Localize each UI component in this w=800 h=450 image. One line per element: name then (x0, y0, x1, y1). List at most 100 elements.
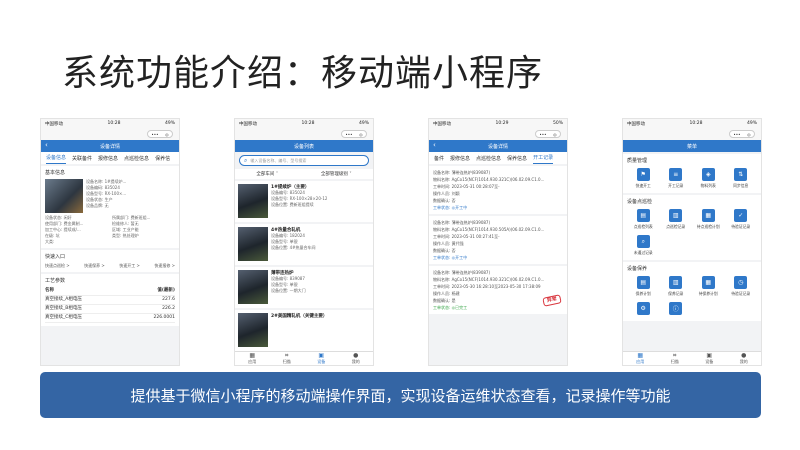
col-value: 值(最新) (157, 288, 175, 293)
nav-scan[interactable]: ⌗ 扫描 (283, 352, 291, 365)
tab-device-info[interactable]: 设备信息 (46, 152, 67, 164)
tab-work-records[interactable]: 开工记录 (533, 152, 554, 164)
nav-label: 设备 (317, 359, 326, 364)
menu-item-maint-plan[interactable]: ▤ 保养计划 (627, 276, 660, 297)
carrier-label: 中国移动 (45, 121, 63, 127)
param-value: 227.6 (162, 297, 175, 302)
back-icon[interactable]: ‹ (433, 141, 436, 149)
nav-scan[interactable]: ⌗ 扫描 (671, 352, 679, 365)
carrier-label: 中国移动 (627, 121, 645, 127)
slide-title: 系统功能介绍：移动端小程序 (62, 53, 544, 94)
menu-item-pending-verify[interactable]: ✓ 待验证记录 (725, 209, 758, 230)
user-icon: ● (741, 352, 747, 359)
menu-item-pending-maint[interactable]: ▦ 待保养计划 (692, 276, 725, 297)
nav-devices[interactable]: ▣ 设备 (705, 352, 713, 365)
more-icon[interactable]: ••• (539, 132, 546, 137)
list-item[interactable]: 4#热量合轧机 设备编号: 182024 设备型号: 单银 设备位置: 4#热量… (235, 224, 373, 265)
col-name: 名称 (45, 288, 54, 293)
menu-item-start-records[interactable]: ≡ 开工记录 (660, 168, 693, 189)
record-operator: 操作人员: 杨建 (433, 291, 460, 296)
level-filter[interactable]: 全部管理级别 ˅ (321, 171, 352, 177)
record-time: 工单时间: 2023-05-31 00:28:07至- (433, 184, 500, 189)
basic-info: 基本信息 设备名称: 1#提续炉... 设备编码: 835024 设备型号: R… (41, 166, 179, 248)
menu-item-quick-start[interactable]: ⚑ 快速开工 (627, 168, 660, 189)
quick-maintenance-link[interactable]: 快速保养 > (84, 263, 105, 269)
wx-topbar: ••• ◎ (623, 128, 761, 140)
record-card[interactable]: 设备名称: 薄带连热炉(839087) 物料名称: AgCo15(NCF(101… (429, 216, 567, 264)
nav-mine[interactable]: ● 我的 (352, 352, 360, 365)
tab-repair[interactable]: 报修信息 (98, 153, 118, 164)
menu-item-more-a[interactable]: ⚙ (627, 302, 660, 317)
tab-parts[interactable]: 备件 (434, 153, 444, 164)
nav-mine[interactable]: ● 我的 (740, 352, 748, 365)
tab-inspection[interactable]: 点巡检信息 (476, 153, 501, 164)
menu-item-more-b[interactable]: ⓘ (660, 302, 693, 317)
tab-maintenance[interactable]: 保养信息 (507, 153, 527, 164)
nav-apps[interactable]: ▦ 应用 (248, 352, 256, 365)
tab-repair[interactable]: 报修信息 (450, 153, 470, 164)
menu-label: 物料列表 (700, 183, 716, 188)
menu-item-sync[interactable]: ⇅ 同步信息 (725, 168, 758, 189)
scan-icon: ⌗ (285, 352, 289, 359)
check-icon: ✓ (734, 209, 748, 222)
wx-capsule[interactable]: ••• ◎ (341, 130, 367, 138)
list-item[interactable]: 1#提续炉（主要） 设备编号: 835024 设备型号: RX-100×28×2… (235, 181, 373, 222)
list-item[interactable]: 2#美国精轧机（关键主要） (235, 310, 373, 351)
more-icon[interactable]: ••• (733, 132, 740, 137)
menu-label: 保养记录 (668, 291, 684, 296)
record-material: 物料名称: AgCo15(NCF(1014.930.321C)(06.02.09… (433, 277, 545, 282)
table-header: 名称 值(最新) (45, 287, 175, 296)
nav-label: 应用 (636, 359, 645, 364)
grid-icon: ▦ (637, 352, 644, 359)
menu-item-inspection-list[interactable]: ▤ 点巡检列表 (627, 209, 660, 230)
wx-capsule[interactable]: ••• ◎ (729, 130, 755, 138)
group-title: 设备点巡检 (627, 199, 653, 205)
search-input[interactable]: ⌕ 输入设备名称、编号、型号搜索 (239, 155, 369, 166)
close-icon[interactable]: ◎ (165, 132, 169, 137)
record-operator: 操作人员: 黄代强 (433, 241, 464, 246)
menu-item-failed-records[interactable]: ⌕ 未通过记录 (627, 235, 660, 256)
wx-topbar: ••• ◎ (429, 128, 567, 140)
clock: 10:28 (107, 121, 121, 126)
nav-title: 设备列表 (293, 143, 314, 150)
status-bar: 中国移动 10:28 49% (623, 119, 761, 128)
record-card[interactable]: 设备名称: 薄带连热炉(839087) 物料名称: AgCo15(NCF(101… (429, 166, 567, 214)
menu-item-maint-verify[interactable]: ◷ 待验证记录 (725, 276, 758, 297)
quick-inspection-link[interactable]: 快速点巡检 > (45, 263, 70, 269)
status-bar: 中国移动 10:28 49% (235, 119, 373, 128)
clock: 10:28 (301, 121, 315, 126)
menu-item-materials[interactable]: ◈ 物料列表 (692, 168, 725, 189)
close-icon[interactable]: ◎ (553, 132, 557, 137)
wx-capsule[interactable]: ••• ◎ (147, 130, 173, 138)
more-icon[interactable]: ••• (345, 132, 352, 137)
menu-item-pending-plan[interactable]: ▦ 待点巡检计划 (692, 209, 725, 230)
menu-group-quality: 质量管理 ⚑ 快速开工 ≡ 开工记录 ◈ 物料列表 ⇅ 同步信息 (623, 154, 761, 193)
tab-parts[interactable]: 关联备件 (72, 153, 92, 164)
more-icon[interactable]: ••• (151, 132, 158, 137)
menu-item-inspection-records[interactable]: ▥ 点巡检记录 (660, 209, 693, 230)
record-card[interactable]: 设备名称: 薄带连热炉(839087) 物料名称: AgCo15(NCF(101… (429, 266, 567, 314)
nav-apps[interactable]: ▦ 应用 (636, 352, 644, 365)
user-icon: ● (353, 352, 359, 359)
menu-item-maint-records[interactable]: ▥ 保养记录 (660, 276, 693, 297)
table-row: 真空接续_C相电压 226.0001 (45, 314, 175, 323)
device-icon: ▣ (706, 352, 713, 359)
menu-group-inspection: 设备点巡检 ▤ 点巡检列表 ▥ 点巡检记录 ▦ 待点巡检计划 ✓ 待验证记录 ⌕ 未通过记… (623, 195, 761, 260)
close-icon[interactable]: ◎ (747, 132, 751, 137)
tab-inspection[interactable]: 点巡检信息 (124, 153, 149, 164)
sync-icon: ⇅ (734, 168, 748, 181)
wx-capsule[interactable]: ••• ◎ (535, 130, 561, 138)
tab-maintenance[interactable]: 保养信 (155, 153, 170, 164)
back-icon[interactable]: ‹ (45, 141, 48, 149)
nav-devices[interactable]: ▣ 设备 (317, 352, 325, 365)
list-item[interactable]: 薄带连热炉 设备编号: 839087 设备型号: 单银 设备位置: 一期大门 (235, 267, 373, 308)
search-placeholder: 输入设备名称、编号、型号搜索 (250, 157, 307, 163)
workshop-filter[interactable]: 全部车间 ˅ (256, 171, 278, 177)
clock: 10:29 (495, 121, 509, 126)
close-icon[interactable]: ◎ (359, 132, 363, 137)
nav-label: 扫描 (282, 359, 291, 364)
quick-start-link[interactable]: 快速开工 > (119, 263, 140, 269)
quick-repair-link[interactable]: 快速报修 > (154, 263, 175, 269)
status-bar: 中国移动 10:29 50% (429, 119, 567, 128)
phone-device-list: 中国移动 10:28 49% ••• ◎ 设备列表 ⌕ 输入设备名称、编号、型号… (234, 118, 374, 366)
